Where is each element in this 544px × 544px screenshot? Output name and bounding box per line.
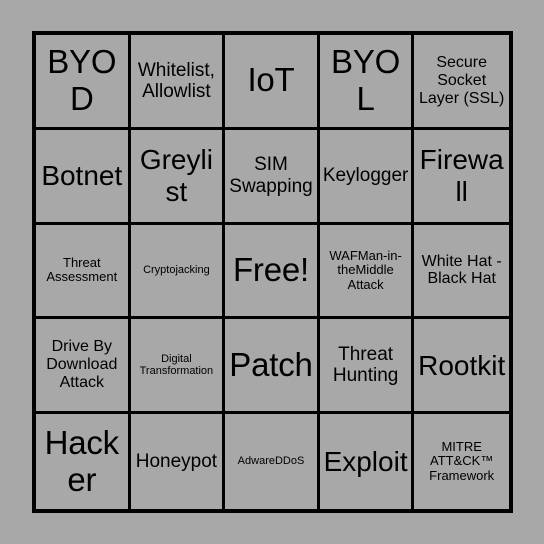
bingo-cell[interactable]: Threat Hunting — [319, 319, 415, 415]
bingo-cell[interactable]: WAFMan-in-theMiddle Attack — [319, 224, 415, 320]
bingo-cell[interactable]: Digital Transformation — [130, 319, 226, 415]
bingo-cell[interactable]: Rootkit — [414, 319, 509, 415]
bingo-cell-label: Threat Assessment — [46, 254, 118, 285]
bingo-cell[interactable]: White Hat - Black Hat — [414, 224, 509, 320]
bingo-cell-label: Botnet — [41, 160, 123, 192]
bingo-cell-label: MITRE ATT&CK™ Framework — [429, 438, 495, 483]
bingo-cell[interactable]: Cryptojacking — [130, 224, 226, 320]
bingo-cell-label: Honeypot — [135, 450, 218, 472]
bingo-cell[interactable]: SIM Swapping — [225, 129, 320, 225]
bingo-cell[interactable]: Secure Socket Layer (SSL) — [414, 35, 509, 130]
bingo-cell[interactable]: Firewall — [414, 129, 509, 225]
bingo-cell[interactable]: Keylogger — [319, 129, 415, 225]
bingo-cell-label: Keylogger — [322, 165, 409, 187]
bingo-cell[interactable]: AdwareDDoS — [225, 414, 320, 509]
bingo-cell-label: Cryptojacking — [143, 264, 210, 277]
bingo-cell[interactable]: Exploit — [319, 414, 415, 509]
bingo-cell-label: Drive By Download Attack — [46, 338, 118, 392]
bingo-cell[interactable]: Patch — [225, 319, 320, 415]
bingo-cell[interactable]: Whitelist, Allowlist — [130, 35, 226, 130]
bingo-cell-label: Free! — [232, 251, 309, 289]
bingo-cell-label: SIM Swapping — [229, 154, 313, 197]
bingo-card: BYOD Whitelist, Allowlist IoT BYOL Secure So… — [32, 31, 513, 513]
bingo-cell-label: Digital Transformation — [139, 352, 214, 378]
bingo-cell-label: Exploit — [323, 445, 408, 477]
bingo-cell-free-space[interactable]: Free! — [225, 224, 320, 320]
bingo-cell-label: White Hat - Black Hat — [421, 252, 502, 288]
bingo-cell[interactable]: IoT — [225, 35, 320, 130]
bingo-cell-label: BYOL — [331, 42, 401, 117]
bingo-cell-label: Secure Socket Layer (SSL) — [419, 54, 505, 107]
bingo-cell[interactable]: Greylist — [130, 129, 226, 225]
bingo-cell[interactable]: MITRE ATT&CK™ Framework — [414, 414, 509, 509]
bingo-cell-label: IoT — [247, 61, 295, 99]
bingo-cell[interactable]: Hacker — [36, 414, 131, 509]
bingo-cell-label: Hacker — [44, 423, 120, 498]
bingo-cell[interactable]: Botnet — [36, 129, 131, 225]
bingo-cell-label: BYOD — [47, 42, 117, 117]
bingo-cell-label: Rootkit — [418, 349, 506, 381]
bingo-cell[interactable]: BYOD — [36, 35, 131, 130]
bingo-cell-label: Greylist — [139, 144, 213, 207]
bingo-cell[interactable]: Honeypot — [130, 414, 226, 509]
bingo-cell[interactable]: Drive By Download Attack — [36, 319, 131, 415]
bingo-cell-label: WAFMan-in-theMiddle Attack — [329, 247, 402, 292]
bingo-cell-label: AdwareDDoS — [237, 455, 305, 468]
bingo-cell[interactable]: BYOL — [319, 35, 415, 130]
bingo-cell-label: Threat Hunting — [332, 344, 399, 387]
bingo-cell[interactable]: Threat Assessment — [36, 224, 131, 320]
bingo-cell-label: Whitelist, Allowlist — [137, 59, 215, 102]
bingo-cell-label: Firewall — [419, 144, 504, 207]
bingo-cell-label: Patch — [229, 345, 313, 383]
